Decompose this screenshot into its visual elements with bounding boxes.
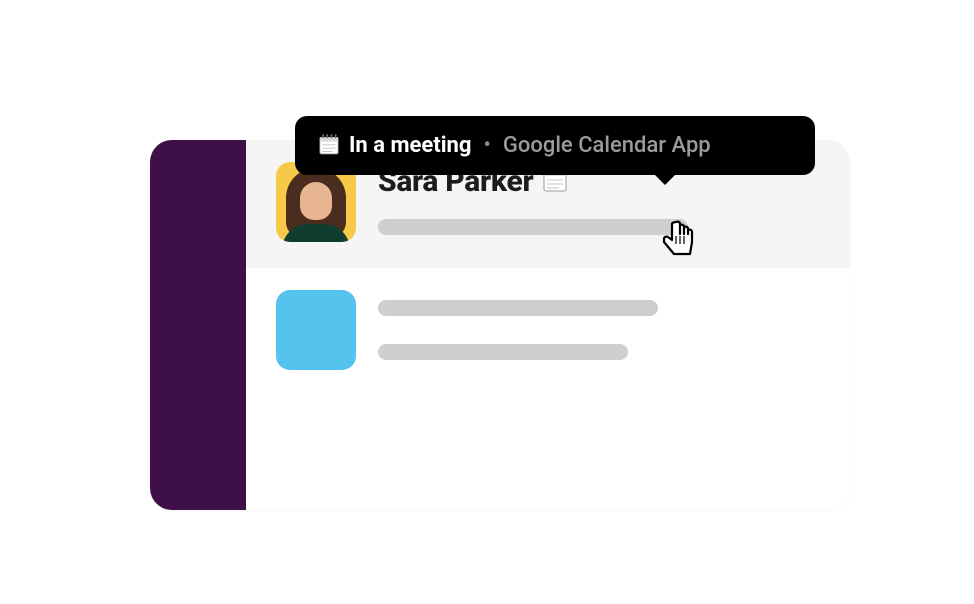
message-text-placeholder — [378, 219, 688, 235]
message-row[interactable] — [246, 268, 850, 396]
tooltip-separator: • — [483, 133, 490, 158]
message-panel: Sara Parker — [246, 140, 850, 510]
tooltip-status-text: In a meeting — [349, 133, 471, 158]
avatar-placeholder[interactable] — [276, 290, 356, 370]
message-text-placeholder — [378, 300, 658, 316]
sidebar[interactable] — [150, 140, 246, 510]
tooltip-source-text: Google Calendar App — [503, 133, 711, 158]
message-content — [378, 290, 820, 360]
spiral-calendar-icon — [319, 132, 339, 159]
status-tooltip: In a meeting • Google Calendar App — [295, 116, 815, 175]
slack-window: Sara Parker — [150, 140, 850, 510]
message-text-placeholder — [378, 344, 628, 360]
